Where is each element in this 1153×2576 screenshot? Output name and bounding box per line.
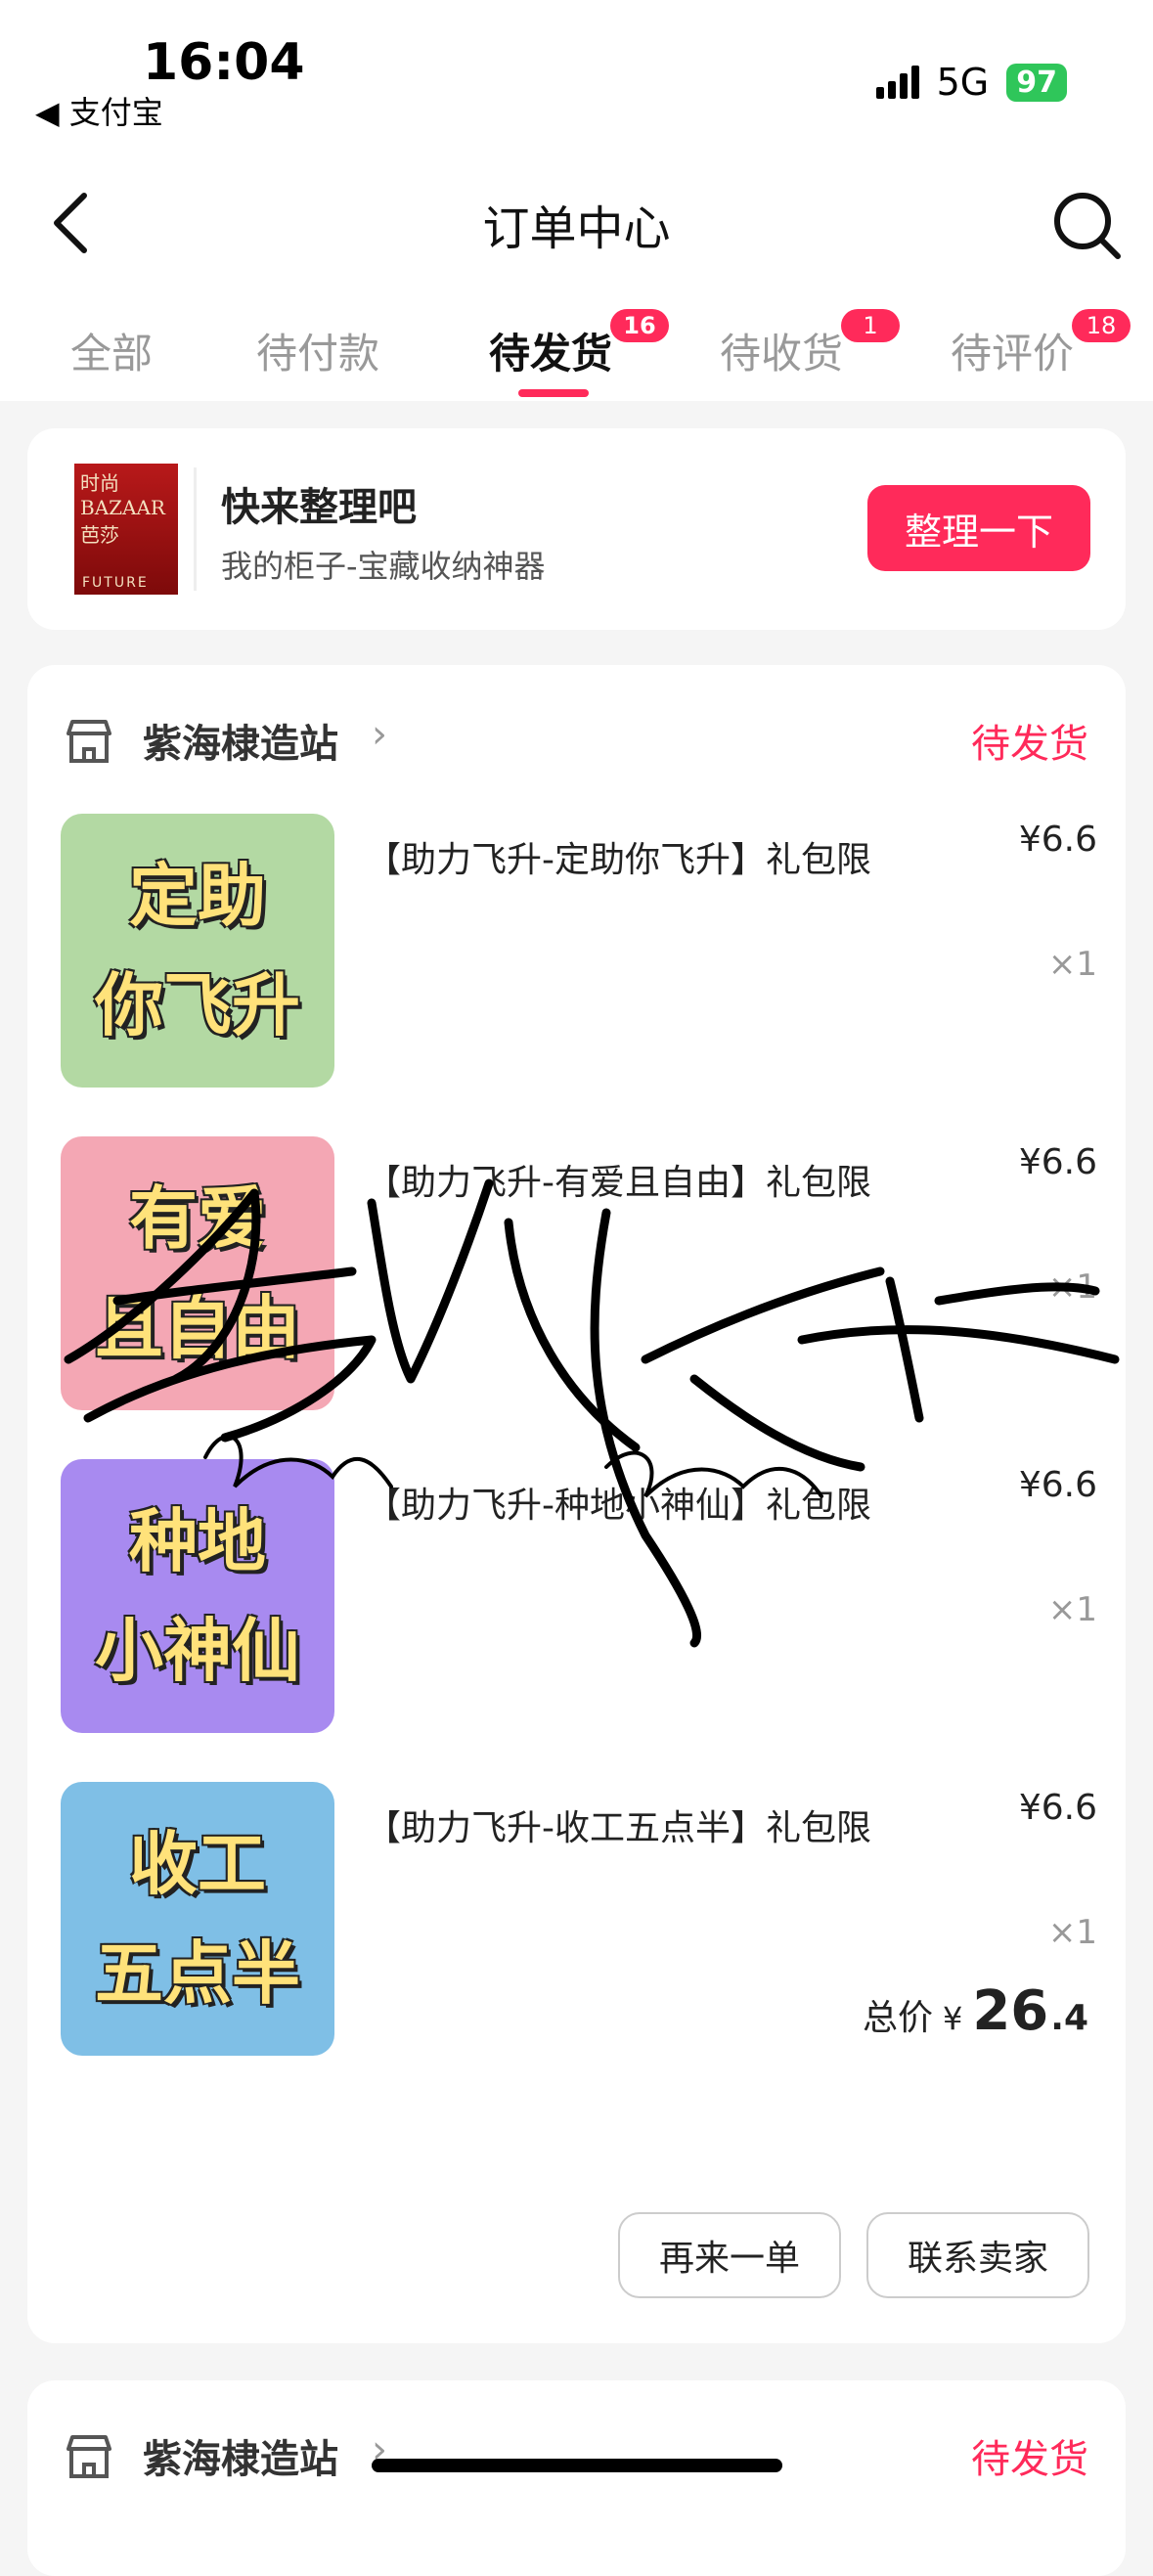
item-thumbnail: 有爱 且自由 [61,1136,334,1410]
tab-pending-payment[interactable]: 待付款 [256,321,379,380]
promo-title: 快来整理吧 [221,485,417,530]
item-price: ¥6.6 [1018,1788,1097,1828]
item-price: ¥6.6 [1018,820,1097,860]
back-to-app-link[interactable]: ◀ 支付宝 [35,88,163,133]
item-title: 【助力飞升-收工五点半】礼包限 [366,1808,871,1848]
order-card: 紫海棣造站 › 待发货 定助 你飞升 【助力飞升-定助你飞升】礼包限 ¥6.6 … [27,665,1126,2343]
order-status: 待发货 [971,722,1088,767]
item-thumbnail: 种地 小神仙 [61,1459,334,1733]
tab-all[interactable]: 全部 [70,321,153,380]
order-item[interactable]: 有爱 且自由 【助力飞升-有爱且自由】礼包限 ¥6.6 ×1 [61,1136,1097,1410]
battery-icon: 97 [1006,63,1067,102]
chevron-right-icon: › [372,712,387,757]
item-title: 【助力飞升-定助你飞升】礼包限 [366,840,871,880]
order-item[interactable]: 种地 小神仙 【助力飞升-种地小神仙】礼包限 ¥6.6 ×1 [61,1459,1097,1733]
item-price: ¥6.6 [1018,1465,1097,1505]
item-quantity: ×1 [1047,1590,1097,1629]
contact-seller-button[interactable]: 联系卖家 [866,2212,1089,2298]
reorder-button[interactable]: 再来一单 [618,2212,841,2298]
item-thumbnail: 收工 五点半 [61,1782,334,2056]
tab-badge: 1 [841,309,900,342]
order-status: 待发货 [971,2437,1088,2482]
order-item[interactable]: 定助 你飞升 【助力飞升-定助你飞升】礼包限 ¥6.6 ×1 [61,814,1097,1088]
signal-icon [875,66,919,99]
promo-subtitle: 我的柜子-宝藏收纳神器 [221,548,546,585]
tab-pending-shipment[interactable]: 待发货 16 [489,309,669,380]
top-bar: 16:04 ◀ 支付宝 5G 97 订单中心 全部 待付款 待发货 16 待收货… [0,0,1153,401]
shop-name-link[interactable]: 紫海棣造站 [143,2427,338,2484]
order-total: 总价 ¥ 26 .4 [862,1979,1088,2043]
divider [194,467,197,591]
store-icon [67,2435,111,2478]
search-icon[interactable] [1049,188,1124,262]
item-quantity: ×1 [1047,1913,1097,1952]
item-quantity: ×1 [1047,945,1097,984]
item-thumbnail: 定助 你飞升 [61,814,334,1088]
tab-badge: 16 [610,309,669,342]
item-title: 【助力飞升-有爱且自由】礼包限 [366,1163,871,1203]
organize-button[interactable]: 整理一下 [867,485,1090,571]
active-tab-indicator [518,389,589,397]
order-tabs: 全部 待付款 待发货 16 待收货 1 待评价 18 [0,301,1153,399]
store-icon [67,720,111,763]
magazine-cover-image: 时尚BAZAAR 芭莎 FUTURE [74,464,178,595]
status-indicators: 5G 97 [875,61,1067,104]
item-quantity: ×1 [1047,1267,1097,1307]
item-title: 【助力飞升-种地小神仙】礼包限 [366,1486,871,1526]
item-price: ¥6.6 [1018,1142,1097,1182]
tab-pending-receipt[interactable]: 待收货 1 [720,309,900,380]
network-type: 5G [936,61,990,104]
tab-pending-review[interactable]: 待评价 18 [951,309,1131,380]
home-indicator [372,2459,782,2472]
order-card: 紫海棣造站 › 待发货 [27,2380,1126,2576]
promo-card[interactable]: 时尚BAZAAR 芭莎 FUTURE 快来整理吧 我的柜子-宝藏收纳神器 整理一… [27,428,1126,630]
status-time: 16:04 [143,33,305,92]
tab-badge: 18 [1072,309,1131,342]
shop-name-link[interactable]: 紫海棣造站 [143,712,338,769]
page-title: 订单中心 [482,201,671,256]
